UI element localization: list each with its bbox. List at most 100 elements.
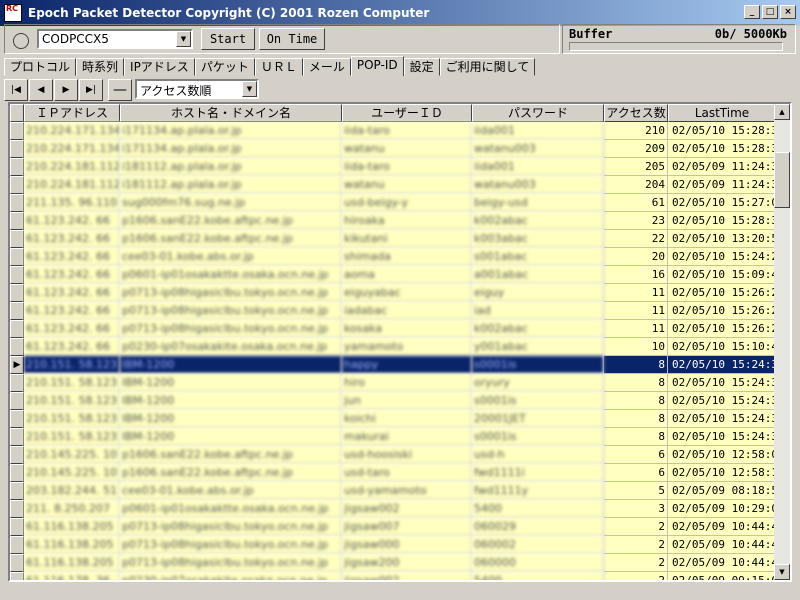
row-indicator[interactable] xyxy=(10,176,24,194)
tab-2[interactable]: IPアドレス xyxy=(124,58,195,76)
prev-record-button[interactable]: ◀ xyxy=(29,79,53,101)
scroll-up-icon[interactable]: ▲ xyxy=(774,104,790,120)
table-row[interactable]: 210.224.171.134 i171134.ap.plala.or.jp wat… xyxy=(10,140,776,158)
on-time-button[interactable]: On Time xyxy=(259,28,325,50)
cell-password: s0001is xyxy=(472,356,604,374)
table-row[interactable]: 61.123.242. 66 cee03-01.kobe.abs.or.jp shi… xyxy=(10,248,776,266)
table-row[interactable]: 61.123.242. 66 p0230-ip07osakakite.osaka.… xyxy=(10,338,776,356)
cell-ip: 61.116.178. 36 xyxy=(24,572,120,580)
sort-order-select[interactable]: アクセス数順 ▼ xyxy=(135,79,259,99)
table-row[interactable]: 210.151. 58.123 IBM-1200 jun s0001is 8 02/05/… xyxy=(10,392,776,410)
row-indicator[interactable] xyxy=(10,518,24,536)
row-indicator[interactable] xyxy=(10,446,24,464)
table-row[interactable]: 210.224.171.134 i171134.ap.plala.or.jp iid… xyxy=(10,122,776,140)
cell-password: watanu003 xyxy=(472,140,604,158)
table-row[interactable]: 210.151. 58.123 IBM-1200 hiro oryury 8 02/05/… xyxy=(10,374,776,392)
chevron-down-icon[interactable]: ▼ xyxy=(176,31,191,47)
tab-5[interactable]: メール xyxy=(302,58,351,76)
row-indicator[interactable] xyxy=(10,194,24,212)
col-header-ip[interactable]: ＩＰアドレス xyxy=(24,104,120,122)
table-row[interactable]: 211.135. 96.110 sug000fm76.sug.ne.jp usd-b… xyxy=(10,194,776,212)
tab-8[interactable]: ご利用に関して xyxy=(439,58,536,76)
row-indicator[interactable] xyxy=(10,140,24,158)
table-row[interactable]: 61.116.138.205 p0713-ip08higasiclbu.tokyo… xyxy=(10,536,776,554)
row-indicator[interactable] xyxy=(10,212,24,230)
cell-count: 11 xyxy=(604,284,668,302)
table-row[interactable]: 61.116.178. 36 p0230-ip07osakakite.osaka.… xyxy=(10,572,776,580)
table-row[interactable]: 61.123.242. 66 p0713-ip08higasiclbu.tokyo… xyxy=(10,284,776,302)
col-header-host[interactable]: ホスト名・ドメイン名 xyxy=(120,104,342,122)
row-indicator[interactable] xyxy=(10,302,24,320)
table-row[interactable]: 210.145.225. 10 p1606.sanE22.kobe.aftpc.n… xyxy=(10,464,776,482)
tab-3[interactable]: パケット xyxy=(194,58,255,76)
maximize-button[interactable]: □ xyxy=(762,5,778,19)
table-row[interactable]: 61.123.242. 66 p0713-ip08higasiclbu.tokyo… xyxy=(10,320,776,338)
row-indicator[interactable] xyxy=(10,284,24,302)
cell-lasttime: 02/05/10 12:58:06 xyxy=(668,446,776,464)
col-header-lasttime[interactable]: LastTime xyxy=(668,104,776,122)
table-row[interactable]: 211. 8.250.207 p0601-ip01osakaktte.osaka.… xyxy=(10,500,776,518)
adapter-select[interactable]: CODPCCX5 ▼ xyxy=(37,29,193,49)
table-row[interactable]: 61.123.242. 66 p1606.sanE22.kobe.aftpc.ne… xyxy=(10,212,776,230)
tab-6[interactable]: POP-ID xyxy=(350,56,404,76)
cell-password: s001abac xyxy=(472,248,604,266)
row-indicator[interactable] xyxy=(10,536,24,554)
row-indicator[interactable] xyxy=(10,428,24,446)
grid-header: ＩＰアドレス ホスト名・ドメイン名 ユーザーＩＤ パスワード アクセス数 Las… xyxy=(10,104,776,122)
scroll-thumb[interactable] xyxy=(774,152,790,208)
row-indicator[interactable] xyxy=(10,158,24,176)
table-row[interactable]: 61.123.242. 66 p0601-ip01osakaktte.osaka.… xyxy=(10,266,776,284)
start-button[interactable]: Start xyxy=(201,28,255,50)
tab-1[interactable]: 時系列 xyxy=(76,58,125,76)
table-row[interactable]: ▶ 210.151. 58.123 IBM-1200 happy s0001is 8 02/… xyxy=(10,356,776,374)
cell-ip: 61.123.242. 66 xyxy=(24,284,120,302)
row-indicator[interactable] xyxy=(10,464,24,482)
cell-password: oryury xyxy=(472,374,604,392)
scroll-down-icon[interactable]: ▼ xyxy=(774,564,790,580)
col-header-count[interactable]: アクセス数 xyxy=(604,104,668,122)
row-indicator[interactable]: ▶ xyxy=(10,356,24,374)
tab-4[interactable]: ＵＲＬ xyxy=(254,58,303,76)
chevron-down-icon[interactable]: ▼ xyxy=(242,81,257,97)
row-indicator[interactable] xyxy=(10,500,24,518)
row-indicator[interactable] xyxy=(10,230,24,248)
cell-ip: 210.224.181.112 xyxy=(24,176,120,194)
row-indicator[interactable] xyxy=(10,374,24,392)
delete-record-button[interactable]: — xyxy=(108,79,132,101)
close-button[interactable]: × xyxy=(780,5,796,19)
table-row[interactable]: 61.116.138.205 p0713-ip08higasiclbu.tokyo… xyxy=(10,554,776,572)
tab-0[interactable]: プロトコル xyxy=(4,58,77,76)
minimize-button[interactable]: _ xyxy=(744,5,760,19)
row-indicator[interactable] xyxy=(10,122,24,140)
row-indicator[interactable] xyxy=(10,572,24,580)
table-row[interactable]: 61.123.242. 66 p0713-ip08higasiclbu.tokyo… xyxy=(10,302,776,320)
col-header-password[interactable]: パスワード xyxy=(472,104,604,122)
row-indicator[interactable] xyxy=(10,320,24,338)
cell-count: 6 xyxy=(604,464,668,482)
row-indicator[interactable] xyxy=(10,338,24,356)
table-row[interactable]: 210.151. 58.123 IBM-1200 makurai s0001is 8 02… xyxy=(10,428,776,446)
table-row[interactable]: 203.182.244. 51 cee03-01.kobe.abs.or.jp us… xyxy=(10,482,776,500)
table-row[interactable]: 210.151. 58.123 IBM-1200 koichi 20001JET 8 02… xyxy=(10,410,776,428)
cell-password: fwd1111y xyxy=(472,482,604,500)
col-header-user[interactable]: ユーザーＩＤ xyxy=(342,104,472,122)
app-icon-text: RC xyxy=(6,4,19,13)
table-row[interactable]: 210.224.181.112 i181112.ap.plala.or.jp iid… xyxy=(10,158,776,176)
row-indicator[interactable] xyxy=(10,248,24,266)
vertical-scrollbar[interactable]: ▲ ▼ xyxy=(774,104,790,580)
row-indicator[interactable] xyxy=(10,392,24,410)
last-record-button[interactable]: ▶| xyxy=(79,79,103,101)
table-row[interactable]: 210.145.225. 10 p1606.sanE22.kobe.aftpc.n… xyxy=(10,446,776,464)
first-record-button[interactable]: |◀ xyxy=(4,79,28,101)
row-indicator[interactable] xyxy=(10,266,24,284)
row-indicator[interactable] xyxy=(10,482,24,500)
row-indicator[interactable] xyxy=(10,410,24,428)
cell-password: iad xyxy=(472,302,604,320)
tab-strip: プロトコル 時系列 IPアドレス パケット ＵＲＬ メール POP-ID 設定 ご利用に関して xyxy=(4,56,536,76)
next-record-button[interactable]: ▶ xyxy=(54,79,78,101)
table-row[interactable]: 61.116.138.205 p0713-ip08higasiclbu.tokyo… xyxy=(10,518,776,536)
table-row[interactable]: 61.123.242. 66 p1606.sanE22.kobe.aftpc.ne… xyxy=(10,230,776,248)
tab-7[interactable]: 設定 xyxy=(403,58,440,76)
table-row[interactable]: 210.224.181.112 i181112.ap.plala.or.jp wat… xyxy=(10,176,776,194)
row-indicator[interactable] xyxy=(10,554,24,572)
